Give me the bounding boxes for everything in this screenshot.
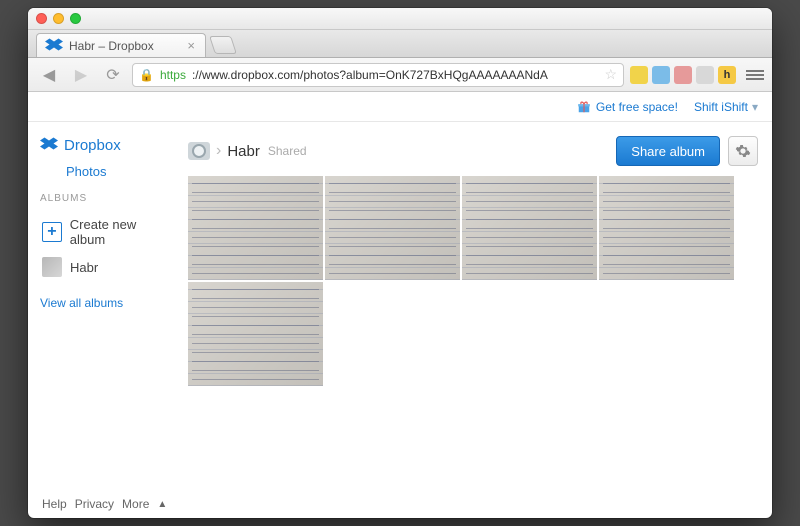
account-bar: Get free space! Shift iShift ▾ xyxy=(28,92,772,122)
photo-thumbnail[interactable] xyxy=(188,282,323,386)
browser-window: Habr – Dropbox × ◀ ▶ ⟳ 🔒 https ://www.dro… xyxy=(28,8,772,518)
extension-icon[interactable] xyxy=(696,66,714,84)
chevron-down-icon: ▾ xyxy=(752,100,758,114)
dropbox-icon xyxy=(40,136,58,154)
footer-privacy-link[interactable]: Privacy xyxy=(75,497,114,511)
footer: Help Privacy More ▲ xyxy=(28,490,772,518)
new-tab-button[interactable] xyxy=(209,36,237,54)
view-all-albums-link[interactable]: View all albums xyxy=(40,296,176,310)
breadcrumb: › Habr Shared xyxy=(188,142,307,160)
window-controls xyxy=(36,13,81,24)
url-text: ://www.dropbox.com/photos?album=OnK727Bx… xyxy=(192,68,548,82)
panel-header: › Habr Shared Share album xyxy=(188,136,758,166)
chevron-right-icon: › xyxy=(216,142,221,160)
extension-icon[interactable] xyxy=(652,66,670,84)
tab-strip: Habr – Dropbox × xyxy=(28,30,772,58)
account-menu[interactable]: Shift iShift ▾ xyxy=(694,100,758,114)
extension-icon[interactable] xyxy=(674,66,692,84)
main-panel: › Habr Shared Share album xyxy=(188,122,772,490)
chevron-up-icon[interactable]: ▲ xyxy=(157,499,167,510)
album-thumbnail xyxy=(42,257,62,277)
album-settings-button[interactable] xyxy=(728,136,758,166)
get-free-space-link[interactable]: Get free space! xyxy=(577,100,678,114)
close-tab-icon[interactable]: × xyxy=(187,38,195,53)
lock-icon: 🔒 xyxy=(139,68,154,82)
share-album-button[interactable]: Share album xyxy=(616,136,720,166)
reload-button[interactable]: ⟳ xyxy=(100,63,126,87)
sidebar-heading-albums: ALBUMS xyxy=(40,193,176,204)
footer-help-link[interactable]: Help xyxy=(42,497,67,511)
gear-icon xyxy=(735,143,751,159)
dropbox-icon xyxy=(45,37,63,55)
tab-habr-dropbox[interactable]: Habr – Dropbox × xyxy=(36,33,206,57)
tab-title: Habr – Dropbox xyxy=(69,39,154,53)
photo-thumbnail[interactable] xyxy=(325,176,460,280)
extension-icon[interactable] xyxy=(630,66,648,84)
photo-thumbnail[interactable] xyxy=(188,176,323,280)
sidebar-album-item[interactable]: Habr xyxy=(40,252,176,282)
photo-thumbnail[interactable] xyxy=(462,176,597,280)
bookmark-icon[interactable]: ☆ xyxy=(604,66,617,83)
gift-icon xyxy=(577,100,591,114)
sidebar: Dropbox Photos ALBUMS + Create new album… xyxy=(28,122,188,490)
content: Dropbox Photos ALBUMS + Create new album… xyxy=(28,122,772,490)
photo-grid xyxy=(188,176,758,386)
brand-label: Dropbox xyxy=(64,137,121,154)
forward-button[interactable]: ▶ xyxy=(68,63,94,87)
extension-icons: h xyxy=(630,66,736,84)
shared-badge: Shared xyxy=(268,144,307,158)
toolbar: ◀ ▶ ⟳ 🔒 https ://www.dropbox.com/photos?a… xyxy=(28,58,772,92)
sidebar-link-photos[interactable]: Photos xyxy=(66,164,176,179)
titlebar xyxy=(28,8,772,30)
album-name: Habr xyxy=(70,260,98,275)
footer-more-link[interactable]: More xyxy=(122,497,149,511)
breadcrumb-current: Habr xyxy=(227,143,260,160)
photo-thumbnail[interactable] xyxy=(599,176,734,280)
address-bar[interactable]: 🔒 https ://www.dropbox.com/photos?album=O… xyxy=(132,63,624,87)
zoom-window-button[interactable] xyxy=(70,13,81,24)
extension-icon[interactable]: h xyxy=(718,66,736,84)
back-button[interactable]: ◀ xyxy=(36,63,62,87)
account-name: Shift iShift xyxy=(694,100,748,114)
url-scheme: https xyxy=(160,68,186,82)
camera-icon[interactable] xyxy=(188,142,210,160)
get-free-space-label: Get free space! xyxy=(596,100,678,114)
create-album-label: Create new album xyxy=(70,217,174,247)
close-window-button[interactable] xyxy=(36,13,47,24)
brand[interactable]: Dropbox xyxy=(40,136,176,154)
minimize-window-button[interactable] xyxy=(53,13,64,24)
panel-actions: Share album xyxy=(616,136,758,166)
chrome-menu-button[interactable] xyxy=(746,70,764,80)
create-album-button[interactable]: + Create new album xyxy=(40,212,176,252)
plus-icon: + xyxy=(42,222,62,242)
